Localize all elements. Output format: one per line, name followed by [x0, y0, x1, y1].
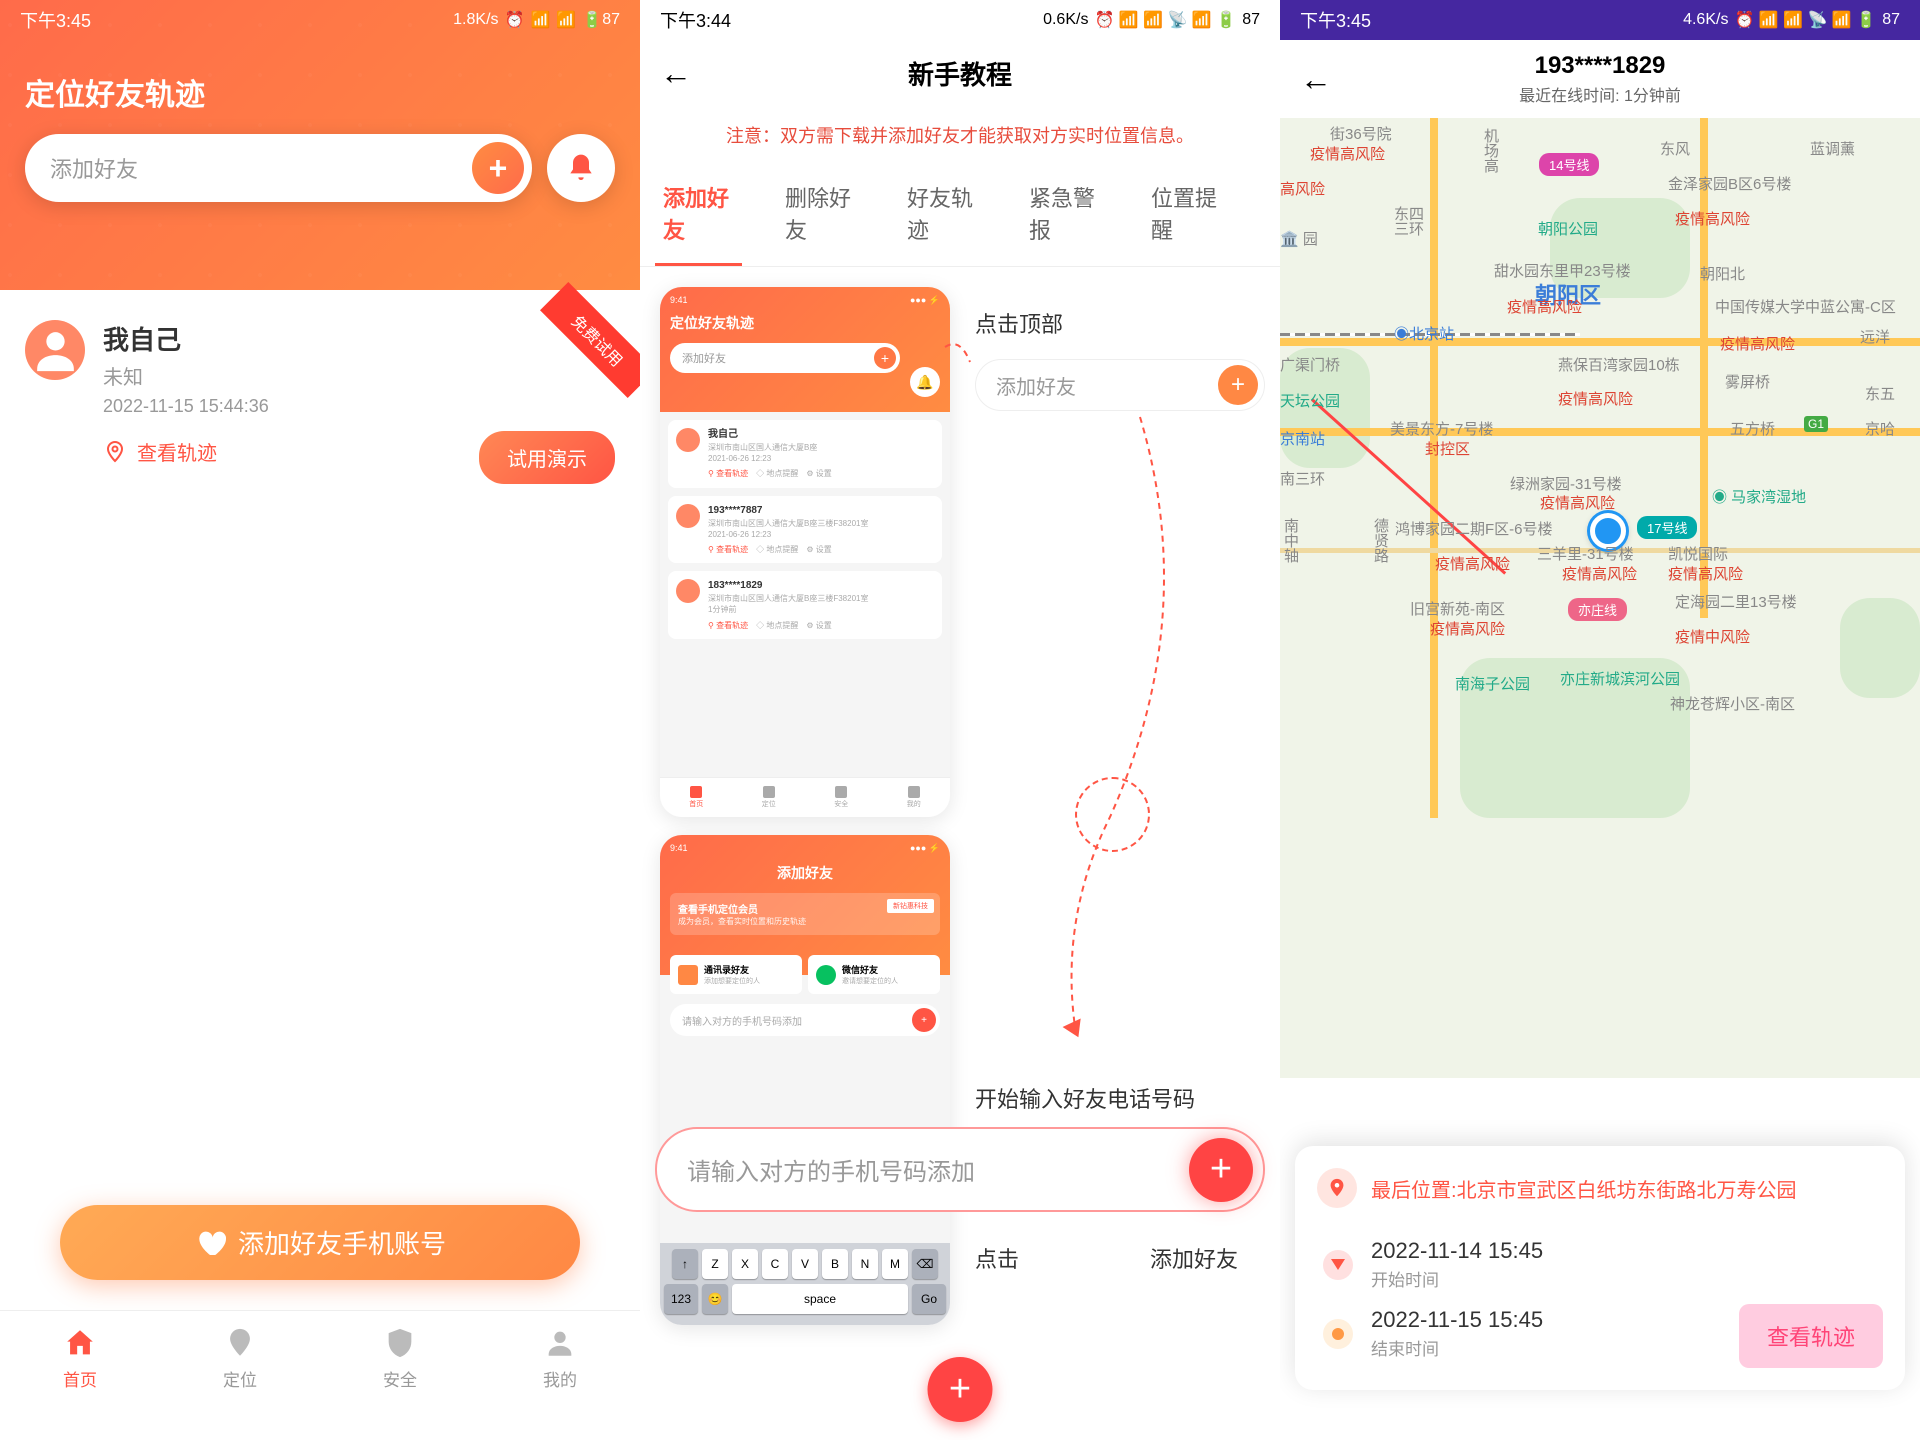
heart-icon	[194, 1227, 226, 1259]
back-button[interactable]: ←	[660, 55, 692, 92]
label-click-top: 点击顶部	[975, 307, 1063, 339]
start-time-row[interactable]: 2022-11-14 15:45 开始时间	[1317, 1230, 1883, 1299]
pin-icon	[223, 1326, 257, 1360]
back-button[interactable]: ←	[1300, 61, 1332, 98]
location-icon	[103, 440, 127, 464]
demo-search-input[interactable]: 添加好友 +	[975, 359, 1265, 411]
wifi-icon: 📶	[556, 10, 576, 30]
battery-icon: 🔋87	[582, 10, 620, 30]
view-track-button[interactable]: 查看轨迹	[1739, 1304, 1883, 1368]
label-click: 点击	[975, 1242, 1019, 1274]
input-placeholder: 添加好友	[50, 152, 472, 184]
avatar	[25, 320, 85, 380]
status-bar: 下午3:45 4.6K/s⏰ 📶 📶 📡 📶 🔋87	[1280, 0, 1920, 40]
preview-add-friend-screenshot: 9:41●●● ⚡ 添加好友 查看手机定位会员 成为会员，查看实时位置和历史轨迹…	[660, 835, 950, 1325]
road	[1430, 118, 1438, 818]
tutorial-content: 9:41●●● ⚡ 定位好友轨迹 添加好友 + 🔔 我自己 深圳市南山区国人通信…	[640, 267, 1280, 1417]
status-time: 下午3:45	[1300, 7, 1371, 33]
home-icon	[63, 1326, 97, 1360]
map-view[interactable]: 街36号院 疫情高风险 高风险 机场高 14号线 东风 蓝调薰 金泽家园B区6号…	[1280, 118, 1920, 1078]
nav-home[interactable]: 首页	[0, 1311, 160, 1440]
tab-emergency[interactable]: 紧急警报	[1021, 163, 1108, 266]
start-marker-icon	[1323, 1250, 1353, 1280]
notice-text: 注意：双方需下载并添加好友才能获取对方实时位置信息。	[640, 107, 1280, 163]
last-location-text: 最后位置:北京市宣武区白纸坊东街路北万寿公园	[1371, 1174, 1797, 1203]
person-icon	[543, 1326, 577, 1360]
status-icons: 1.8K/s ⏰ 📶 📶 🔋87	[453, 10, 620, 30]
phone-3-map: 下午3:45 4.6K/s⏰ 📶 📶 📡 📶 🔋87 ← 193****1829…	[1280, 0, 1920, 1440]
header-gradient: 下午3:45 1.8K/s ⏰ 📶 📶 🔋87 定位好友轨迹 添加好友 +	[0, 0, 640, 290]
end-time: 2022-11-15 15:45	[1371, 1307, 1543, 1333]
label-enter-phone: 开始输入好友电话号码	[975, 1082, 1195, 1114]
status-bar: 下午3:45 1.8K/s ⏰ 📶 📶 🔋87	[0, 0, 640, 40]
alarm-icon: ⏰	[505, 10, 525, 30]
bottom-nav: 首页 定位 安全 我的	[0, 1310, 640, 1440]
park-area	[1840, 598, 1920, 698]
tab-add-friend[interactable]: 添加好友	[655, 163, 742, 266]
road	[1280, 338, 1920, 346]
search-row: 添加好友 +	[0, 134, 640, 202]
page-header: ← 193****1829 最近在线时间: 1分钟前	[1280, 40, 1920, 118]
user-timestamp: 2022-11-15 15:44:36	[103, 396, 615, 417]
bell-icon	[565, 152, 597, 184]
highlight-circle	[1075, 777, 1150, 852]
user-name: 我自己	[103, 320, 615, 357]
fab-add-button[interactable]: +	[928, 1357, 993, 1422]
nav-safety[interactable]: 安全	[320, 1311, 480, 1440]
last-online: 最近在线时间: 1分钟前	[1519, 82, 1681, 106]
location-pin-icon	[1317, 1168, 1357, 1208]
submit-button[interactable]: +	[1189, 1138, 1253, 1202]
plus-icon[interactable]: +	[1218, 365, 1258, 405]
phone-2-tutorial: 下午3:44 0.6K/s⏰ 📶 📶 📡 📶 🔋87 ← 新手教程 注意：双方需…	[640, 0, 1280, 1440]
phone-1-home: 下午3:45 1.8K/s ⏰ 📶 📶 🔋87 定位好友轨迹 添加好友 + 免费…	[0, 0, 640, 1440]
signal-icon: 📶	[530, 10, 550, 30]
page-header: ← 新手教程	[640, 40, 1280, 107]
tabs: 添加好友 删除好友 好友轨迹 紧急警报 位置提醒	[640, 163, 1280, 267]
preview-home-screenshot: 9:41●●● ⚡ 定位好友轨迹 添加好友 + 🔔 我自己 深圳市南山区国人通信…	[660, 287, 950, 817]
tab-delete-friend[interactable]: 删除好友	[777, 163, 864, 266]
status-bar: 下午3:44 0.6K/s⏰ 📶 📶 📡 📶 🔋87	[640, 0, 1280, 40]
add-friend-phone-button[interactable]: 添加好友手机账号	[60, 1205, 580, 1280]
add-friend-input[interactable]: 添加好友 +	[25, 134, 532, 202]
start-time-label: 开始时间	[1371, 1266, 1543, 1291]
nav-locate[interactable]: 定位	[160, 1311, 320, 1440]
self-card: 我自己 未知 2022-11-15 15:44:36 查看轨迹 试用演示	[0, 290, 640, 496]
notification-button[interactable]	[547, 134, 615, 202]
demo-phone-input[interactable]: 请输入对方的手机号码添加 +	[655, 1127, 1265, 1212]
start-time: 2022-11-14 15:45	[1371, 1238, 1543, 1264]
track-info-card: 最后位置:北京市宣武区白纸坊东街路北万寿公园 2022-11-14 15:45 …	[1295, 1146, 1905, 1390]
tab-location-alert[interactable]: 位置提醒	[1143, 163, 1230, 266]
add-button[interactable]: +	[472, 142, 524, 194]
status-time: 下午3:44	[660, 7, 731, 33]
arrow-head-icon	[1063, 1019, 1088, 1042]
nav-mine[interactable]: 我的	[480, 1311, 640, 1440]
user-status: 未知	[103, 361, 615, 390]
end-marker-icon	[1323, 1319, 1353, 1349]
tab-friend-track[interactable]: 好友轨迹	[899, 163, 986, 266]
friend-phone: 193****1829	[1519, 52, 1681, 80]
demo-button[interactable]: 试用演示	[479, 431, 615, 484]
page-title: 定位好友轨迹	[0, 40, 640, 134]
status-time: 下午3:45	[20, 7, 91, 33]
status-icons: 4.6K/s⏰ 📶 📶 📡 📶 🔋87	[1683, 10, 1900, 30]
status-icons: 0.6K/s⏰ 📶 📶 📡 📶 🔋87	[1043, 10, 1260, 30]
last-location-row: 最后位置:北京市宣武区白纸坊东街路北万寿公园	[1317, 1168, 1883, 1208]
end-time-label: 结束时间	[1371, 1335, 1543, 1360]
label-add-friend: 添加好友	[1150, 1242, 1238, 1274]
page-title: 新手教程	[908, 55, 1012, 92]
shield-icon	[383, 1326, 417, 1360]
